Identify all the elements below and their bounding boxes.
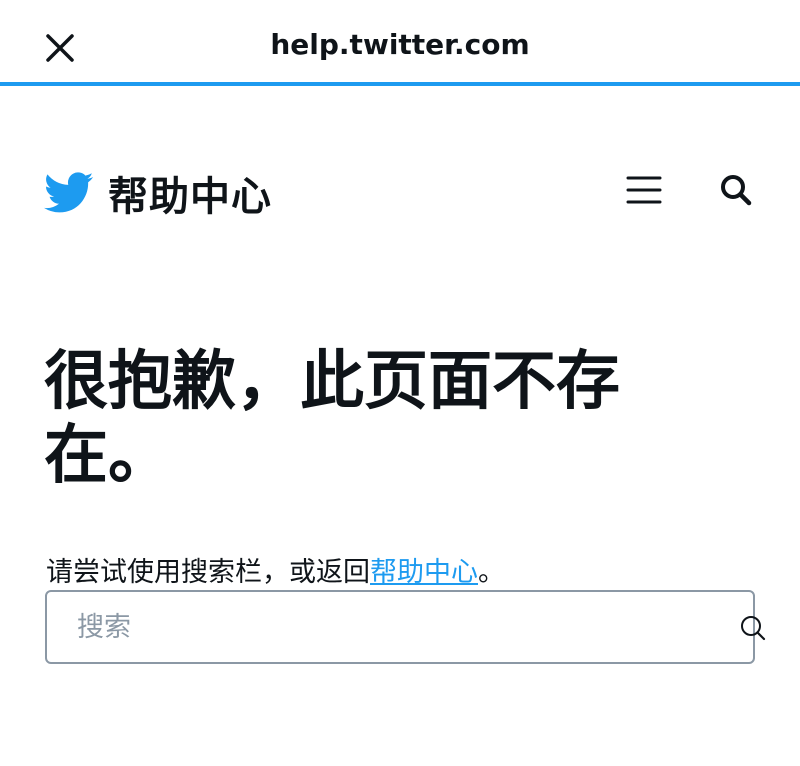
menu-button[interactable] [622,168,666,212]
page-title: 很抱歉，此页面不存在。 [44,345,620,493]
page-url: help.twitter.com [270,28,530,61]
hamburger-menu-icon [626,176,662,204]
search-box [45,590,766,664]
search-input[interactable] [77,592,677,662]
browser-top-bar: help.twitter.com [0,0,800,86]
brand-title: 帮助中心 [108,174,272,220]
search-submit-button[interactable] [737,612,769,644]
hint-prefix: 请尝试使用搜索栏，或返回 [46,557,370,588]
help-center-link[interactable]: 帮助中心 [370,557,478,588]
help-center-header: 帮助中心 [0,150,800,230]
brand-home-link[interactable]: 帮助中心 [44,164,272,222]
hint-suffix: 。 [478,557,505,588]
hint-text: 请尝试使用搜索栏，或返回帮助中心。 [46,550,505,589]
search-icon [741,616,766,641]
twitter-bird-icon [44,172,94,213]
search-icon [721,175,752,206]
header-search-button[interactable] [714,168,758,212]
